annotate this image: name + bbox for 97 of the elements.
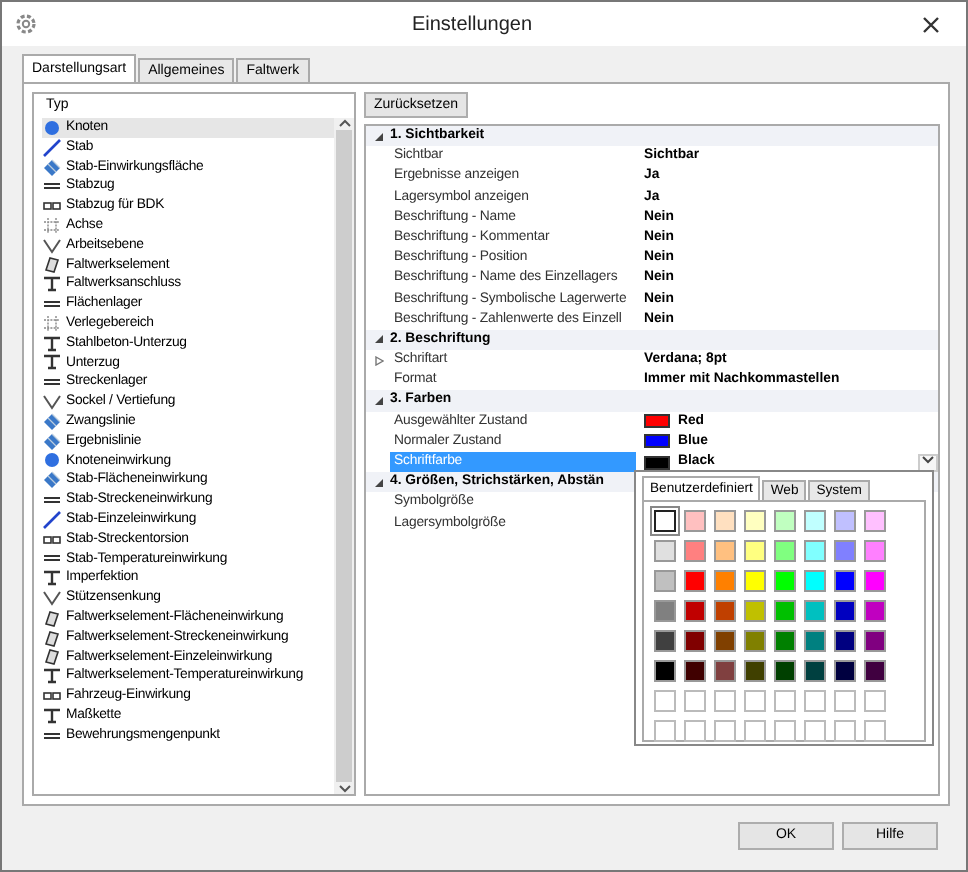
empty-swatch[interactable] (834, 720, 856, 742)
support-icon (42, 333, 62, 354)
empty-swatch[interactable] (744, 720, 766, 742)
line-icon (42, 137, 62, 158)
collapse-icon[interactable] (373, 131, 383, 142)
expand-icon[interactable] (373, 355, 383, 366)
color-swatch[interactable] (834, 600, 856, 622)
color-swatch[interactable] (774, 600, 796, 622)
color-swatch[interactable] (744, 540, 766, 562)
color-swatch[interactable] (834, 510, 856, 532)
window-title: Einstellungen (409, 11, 535, 39)
color-swatch[interactable] (714, 660, 736, 682)
shape-icon (42, 607, 62, 628)
color-swatch[interactable] (684, 660, 706, 682)
color-swatch[interactable] (864, 660, 886, 682)
scroll-up-icon[interactable] (337, 118, 351, 128)
color-swatch[interactable] (684, 510, 706, 532)
ball-icon (42, 117, 62, 138)
color-swatch[interactable] (654, 660, 676, 682)
color-swatch[interactable] (804, 600, 826, 622)
empty-swatch[interactable] (654, 690, 676, 712)
line-icon (42, 509, 62, 530)
empty-swatch[interactable] (714, 690, 736, 712)
color-swatch[interactable] (744, 570, 766, 592)
color-swatch[interactable] (714, 510, 736, 532)
empty-swatch[interactable] (774, 720, 796, 742)
color-swatch[interactable] (684, 540, 706, 562)
color-swatch[interactable] (684, 570, 706, 592)
empty-swatch[interactable] (774, 690, 796, 712)
color-swatch[interactable] (774, 570, 796, 592)
color-swatch[interactable] (774, 540, 796, 562)
color-swatch[interactable] (864, 570, 886, 592)
hatch-icon (42, 470, 62, 491)
color-swatch[interactable] (684, 600, 706, 622)
color-swatch[interactable] (654, 630, 676, 652)
gear-icon (14, 12, 38, 36)
hatch-icon (42, 411, 62, 432)
caret-icon (922, 456, 934, 465)
empty-swatch[interactable] (714, 720, 736, 742)
empty-swatch[interactable] (804, 690, 826, 712)
color-swatch[interactable] (804, 510, 826, 532)
empty-swatch[interactable] (834, 690, 856, 712)
color-swatch[interactable] (804, 540, 826, 562)
color-swatch[interactable] (834, 630, 856, 652)
shape-icon (42, 254, 62, 275)
support-icon (42, 666, 62, 687)
empty-swatch[interactable] (654, 720, 676, 742)
color-swatch[interactable] (774, 630, 796, 652)
support-icon (42, 274, 62, 295)
empty-swatch[interactable] (864, 720, 886, 742)
collapse-icon[interactable] (373, 396, 383, 407)
grid-icon (42, 215, 62, 236)
color-swatch[interactable] (864, 600, 886, 622)
color-swatch[interactable] (654, 540, 676, 562)
color-swatch[interactable] (774, 510, 796, 532)
color-swatch[interactable] (834, 660, 856, 682)
color-swatch[interactable] (864, 510, 886, 532)
color-swatch[interactable] (744, 600, 766, 622)
color-swatch[interactable] (714, 600, 736, 622)
collapse-icon[interactable] (373, 477, 383, 488)
shape-icon (42, 646, 62, 667)
ball-icon (42, 450, 62, 471)
color-swatch[interactable] (744, 510, 766, 532)
dropdown-button[interactable] (918, 453, 938, 472)
color-swatch[interactable] (654, 600, 676, 622)
shape-icon (42, 627, 62, 648)
color-swatch[interactable] (834, 570, 856, 592)
hatch-icon (42, 431, 62, 452)
empty-swatch[interactable] (864, 690, 886, 712)
color-swatch[interactable] (864, 540, 886, 562)
color-swatch[interactable] (804, 660, 826, 682)
color-swatch[interactable] (864, 630, 886, 652)
collapse-icon[interactable] (373, 334, 383, 345)
empty-swatch[interactable] (744, 690, 766, 712)
scrollbar[interactable] (334, 118, 354, 794)
color-swatch[interactable] (714, 630, 736, 652)
color-swatch[interactable] (804, 630, 826, 652)
support-icon (42, 705, 62, 726)
support-icon (42, 352, 62, 373)
empty-swatch[interactable] (684, 720, 706, 742)
color-swatch[interactable] (744, 660, 766, 682)
color-swatch[interactable] (654, 510, 676, 532)
empty-swatch[interactable] (684, 690, 706, 712)
grid-icon (42, 313, 62, 334)
color-swatch[interactable] (834, 540, 856, 562)
hatch-icon (42, 157, 62, 177)
empty-swatch[interactable] (804, 720, 826, 742)
color-swatch[interactable] (714, 540, 736, 562)
color-swatch[interactable] (804, 570, 826, 592)
close-icon (921, 15, 939, 33)
color-swatch[interactable] (714, 570, 736, 592)
scroll-down-icon[interactable] (337, 784, 351, 794)
color-swatch[interactable] (744, 630, 766, 652)
color-swatch[interactable] (654, 570, 676, 592)
color-swatch[interactable] (774, 660, 796, 682)
support-icon (42, 568, 62, 589)
color-swatch[interactable] (684, 630, 706, 652)
